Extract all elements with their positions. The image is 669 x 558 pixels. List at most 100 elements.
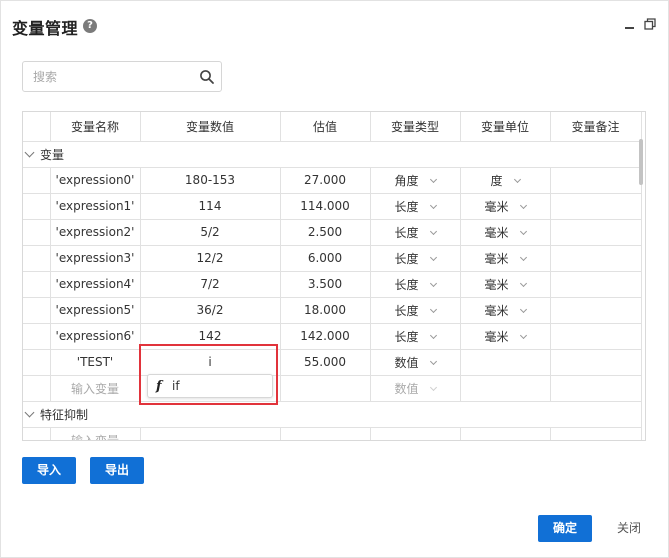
- chevron-down-icon[interactable]: [429, 175, 437, 183]
- chevron-down-icon[interactable]: [519, 305, 527, 313]
- minimize-icon[interactable]: [625, 27, 634, 29]
- new-variable-row[interactable]: 输入变量: [23, 427, 642, 440]
- chevron-down-icon[interactable]: [519, 331, 527, 339]
- cell-note[interactable]: [550, 193, 642, 220]
- cell-name[interactable]: 'expression2': [50, 219, 141, 246]
- table-row[interactable]: 'expression5' 36/2 18.000 长度 毫米: [23, 297, 642, 324]
- cell-type[interactable]: 数值: [370, 375, 461, 402]
- chevron-down-icon[interactable]: [429, 305, 437, 313]
- search-input[interactable]: [33, 68, 183, 86]
- cell-type[interactable]: 长度: [370, 297, 461, 324]
- cell-unit[interactable]: [460, 375, 551, 402]
- group-row-variables[interactable]: 变量: [23, 141, 642, 168]
- chevron-down-icon[interactable]: [429, 383, 437, 391]
- cell-note[interactable]: [550, 323, 642, 350]
- cell-name[interactable]: 'expression5': [50, 297, 141, 324]
- cell-estimate: 3.500: [280, 271, 371, 298]
- cell-unit[interactable]: 毫米: [460, 323, 551, 350]
- col-header-estimate[interactable]: 估值: [280, 112, 371, 142]
- cell-name[interactable]: 'expression0': [50, 167, 141, 194]
- chevron-down-icon[interactable]: [429, 201, 437, 209]
- dialog-title: 变量管理: [12, 19, 79, 38]
- cell-note[interactable]: [550, 219, 642, 246]
- table-row[interactable]: 'expression0' 180-153 27.000 角度 度: [23, 167, 642, 194]
- cell-value[interactable]: 114: [140, 193, 281, 220]
- new-variable-name-input[interactable]: 输入变量: [50, 375, 141, 402]
- cell-type[interactable]: 角度: [370, 167, 461, 194]
- close-button[interactable]: 关闭: [605, 515, 653, 542]
- cell-unit[interactable]: 毫米: [460, 297, 551, 324]
- col-header-name[interactable]: 变量名称: [50, 112, 141, 142]
- cell-type[interactable]: 长度: [370, 271, 461, 298]
- cell-type[interactable]: 长度: [370, 245, 461, 272]
- new-variable-row[interactable]: 输入变量 数值: [23, 375, 642, 402]
- chevron-down-icon[interactable]: [429, 279, 437, 287]
- cell-unit[interactable]: [460, 349, 551, 376]
- col-header-type[interactable]: 变量类型: [370, 112, 461, 142]
- cell-estimate: 18.000: [280, 297, 371, 324]
- export-button[interactable]: 导出: [90, 457, 144, 484]
- cell-value[interactable]: 5/2: [140, 219, 281, 246]
- suggestion-text: if: [172, 379, 180, 393]
- col-header-note[interactable]: 变量备注: [550, 112, 642, 142]
- cell-note[interactable]: [550, 167, 642, 194]
- cell-name[interactable]: 'expression1': [50, 193, 141, 220]
- cell-value[interactable]: 12/2: [140, 245, 281, 272]
- cell-type[interactable]: 长度: [370, 219, 461, 246]
- cell-note[interactable]: [550, 245, 642, 272]
- cell-name[interactable]: 'expression6': [50, 323, 141, 350]
- group-label: 特征抑制: [40, 407, 89, 422]
- cell-name[interactable]: 'TEST': [50, 349, 141, 376]
- ok-button[interactable]: 确定: [538, 515, 592, 542]
- table-row[interactable]: 'TEST' i 55.000 数值: [23, 349, 642, 376]
- chevron-down-icon[interactable]: [513, 175, 521, 183]
- cell-unit[interactable]: 毫米: [460, 271, 551, 298]
- chevron-down-icon[interactable]: [24, 407, 35, 417]
- chevron-down-icon[interactable]: [429, 253, 437, 261]
- cell-estimate: 55.000: [280, 349, 371, 376]
- cell-note[interactable]: [550, 271, 642, 298]
- col-header-unit[interactable]: 变量单位: [460, 112, 551, 142]
- cell-note[interactable]: [550, 375, 642, 402]
- cell-name[interactable]: 'expression3': [50, 245, 141, 272]
- cell-value[interactable]: 180-153: [140, 167, 281, 194]
- new-variable-name-input[interactable]: 输入变量: [50, 427, 141, 440]
- cell-unit[interactable]: 毫米: [460, 193, 551, 220]
- chevron-down-icon[interactable]: [519, 253, 527, 261]
- table-row[interactable]: 'expression6' 142 142.000 长度 毫米: [23, 323, 642, 350]
- table-row[interactable]: 'expression1' 114 114.000 长度 毫米: [23, 193, 642, 220]
- cell-note[interactable]: [550, 297, 642, 324]
- chevron-down-icon[interactable]: [429, 331, 437, 339]
- import-button[interactable]: 导入: [22, 457, 76, 484]
- cell-value[interactable]: 36/2: [140, 297, 281, 324]
- table-row[interactable]: 'expression2' 5/2 2.500 长度 毫米: [23, 219, 642, 246]
- cell-type[interactable]: 长度: [370, 193, 461, 220]
- chevron-down-icon[interactable]: [519, 279, 527, 287]
- chevron-down-icon[interactable]: [24, 147, 35, 157]
- group-row-feature-suppression[interactable]: 特征抑制: [23, 401, 642, 428]
- search-icon[interactable]: [199, 69, 215, 85]
- cell-value[interactable]: 7/2: [140, 271, 281, 298]
- autocomplete-suggestion[interactable]: f if: [147, 374, 273, 398]
- chevron-down-icon[interactable]: [429, 357, 437, 365]
- variable-table: 变量名称 变量数值 估值 变量类型 变量单位 变量备注 变量 'expressi…: [23, 112, 642, 440]
- title-bar: 变量管理 ?: [1, 1, 668, 49]
- search-box: [22, 61, 222, 92]
- table-row[interactable]: 'expression3' 12/2 6.000 长度 毫米: [23, 245, 642, 272]
- table-row[interactable]: 'expression4' 7/2 3.500 长度 毫米: [23, 271, 642, 298]
- table-scrollbar[interactable]: [639, 139, 643, 185]
- cell-unit[interactable]: 毫米: [460, 219, 551, 246]
- col-header-value[interactable]: 变量数值: [140, 112, 281, 142]
- chevron-down-icon[interactable]: [519, 227, 527, 235]
- restore-icon[interactable]: [644, 18, 656, 30]
- chevron-down-icon[interactable]: [429, 227, 437, 235]
- help-icon[interactable]: ?: [83, 19, 97, 33]
- cell-type[interactable]: 数值: [370, 349, 461, 376]
- cell-name[interactable]: 'expression4': [50, 271, 141, 298]
- cell-note[interactable]: [550, 349, 642, 376]
- cell-type[interactable]: 长度: [370, 323, 461, 350]
- cell-unit[interactable]: 度: [460, 167, 551, 194]
- cell-estimate: 142.000: [280, 323, 371, 350]
- cell-unit[interactable]: 毫米: [460, 245, 551, 272]
- chevron-down-icon[interactable]: [519, 201, 527, 209]
